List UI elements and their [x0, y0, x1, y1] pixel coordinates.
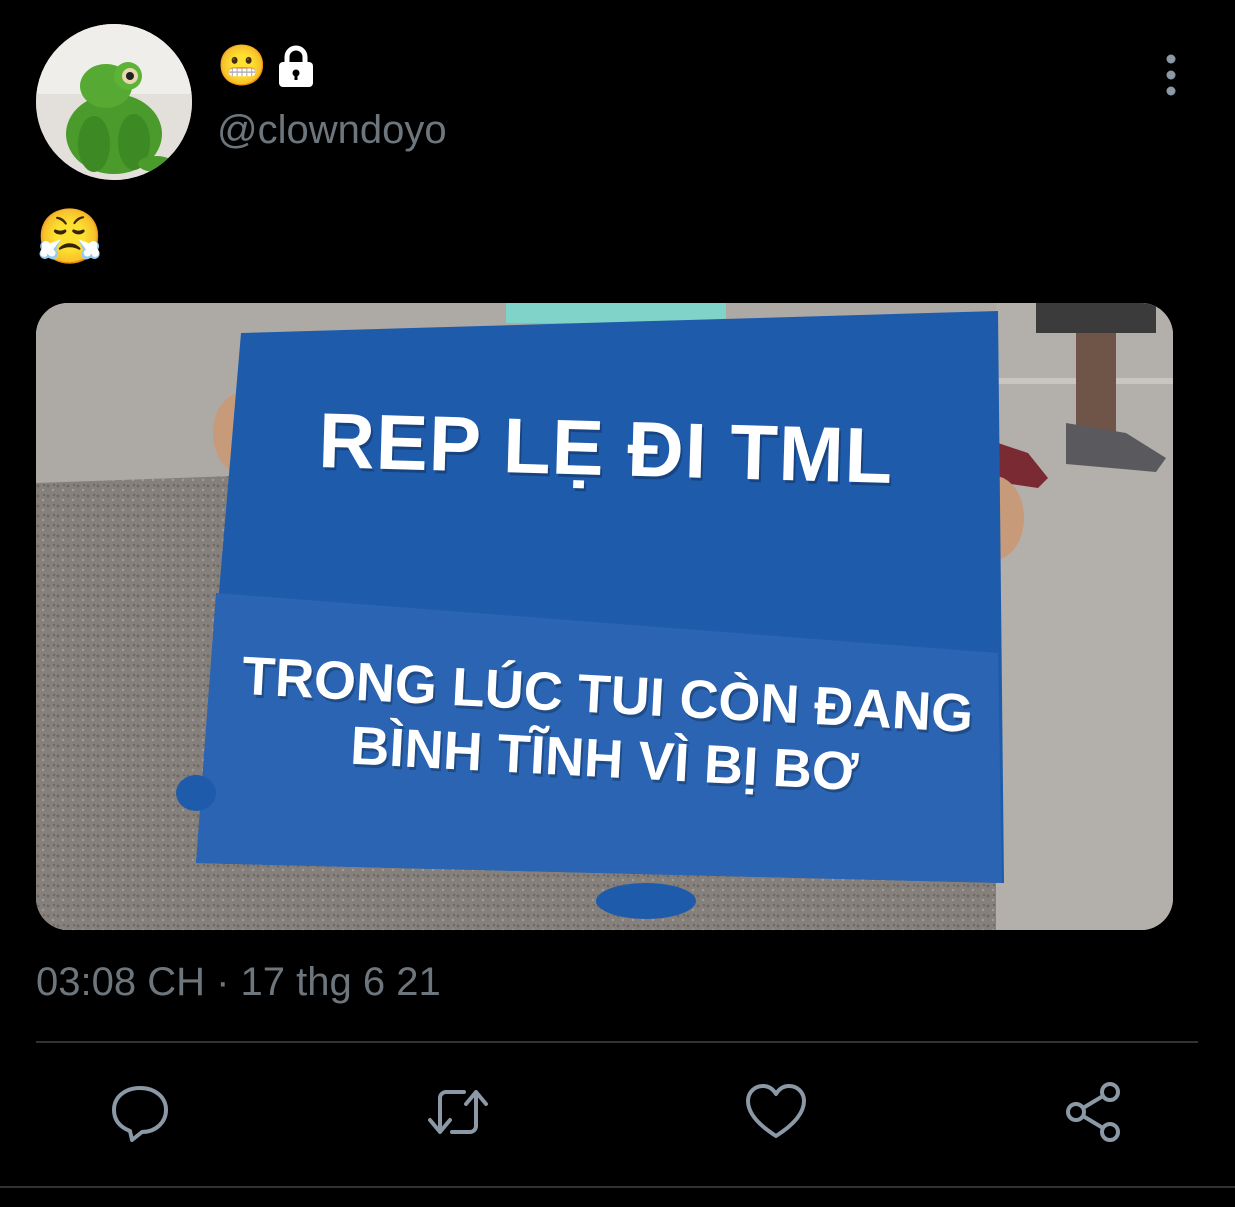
retweet-icon [428, 1090, 488, 1134]
retweet-button[interactable] [426, 1080, 490, 1144]
more-options-icon[interactable] [1158, 52, 1184, 98]
lock-icon [278, 45, 313, 87]
display-name-row[interactable]: 😬 [217, 42, 319, 90]
tweet-text: 😤 [36, 207, 104, 267]
kermit-plush-avatar-icon [36, 24, 192, 180]
tweet-timestamp[interactable]: 03:08 CH · 17 thg 6 21 [36, 960, 441, 1005]
reply-button[interactable] [108, 1080, 172, 1144]
share-icon [1066, 1082, 1120, 1142]
sign-photo [36, 303, 1173, 930]
avatar[interactable] [36, 24, 192, 180]
tweet-image[interactable]: REP LẸ ĐI TML TRONG LÚC TUI CÒN ĐANG BÌN… [36, 303, 1173, 930]
display-name-emoji: 😬 [217, 44, 267, 88]
share-button[interactable] [1062, 1080, 1126, 1144]
bottom-divider [0, 1186, 1235, 1188]
user-handle[interactable]: @clowndoyo [217, 108, 447, 153]
reply-icon [112, 1086, 168, 1142]
divider [36, 1041, 1198, 1043]
like-button[interactable] [744, 1080, 808, 1144]
heart-icon [746, 1084, 806, 1138]
